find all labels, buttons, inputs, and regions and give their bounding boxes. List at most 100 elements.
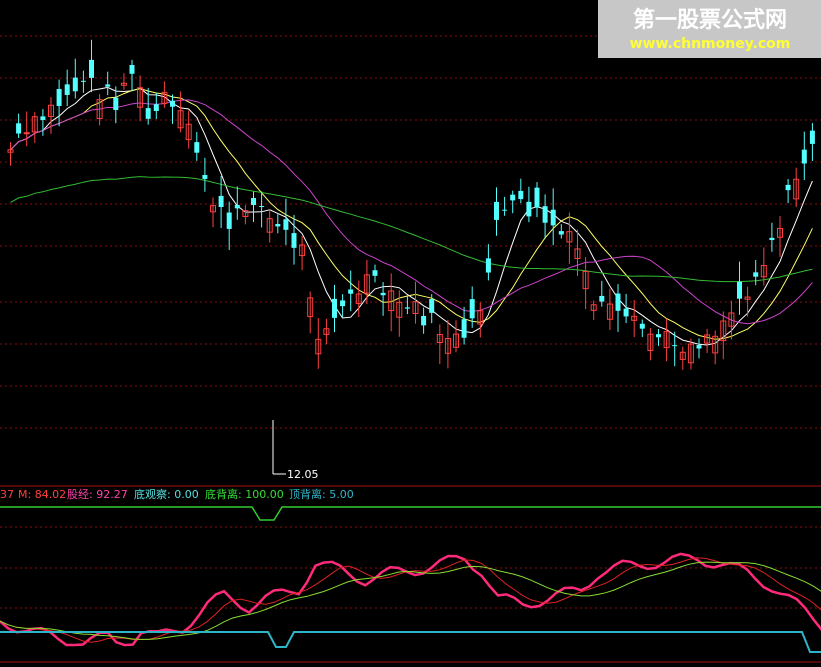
candle-body <box>696 345 702 349</box>
candle <box>599 280 605 307</box>
candle <box>72 58 78 99</box>
candle-body <box>105 84 111 87</box>
legend-item-37: 37 <box>0 488 14 501</box>
candle <box>606 288 613 330</box>
candle <box>251 191 256 223</box>
candle <box>323 318 330 345</box>
candle <box>31 112 38 143</box>
candle <box>23 111 30 147</box>
candle-body <box>534 187 540 208</box>
candle-body <box>550 209 556 226</box>
candle-body <box>153 104 159 112</box>
candle <box>421 307 427 334</box>
candle-body <box>785 184 791 191</box>
candle <box>299 235 306 271</box>
candle <box>485 244 491 281</box>
candle-body <box>494 201 499 220</box>
ma-long2-line <box>10 176 813 283</box>
candle <box>712 330 719 365</box>
legend-item-diguancha: 底观察: 0.00 <box>134 487 199 501</box>
oscillator-panel <box>0 506 821 663</box>
candle <box>113 86 119 124</box>
candle-body <box>558 231 564 235</box>
candle-body <box>170 100 175 107</box>
watermark: 第一股票公式网 www.chnmoney.com <box>598 0 821 58</box>
low-price-label: 12.05 <box>287 468 319 481</box>
candle-body <box>283 219 289 230</box>
candle-body <box>145 108 151 119</box>
candle-body <box>259 205 265 207</box>
candle <box>64 69 70 107</box>
indicator-legend: 37 M: 84.02 股经: 92.27 底观察: 0.00 底背离: 100… <box>0 487 821 502</box>
candle-body <box>89 59 94 78</box>
candle <box>679 346 686 370</box>
candle <box>137 75 144 122</box>
candle-body <box>16 123 22 134</box>
candle-body <box>542 206 548 223</box>
candle <box>631 300 638 338</box>
candle <box>266 209 273 243</box>
candle <box>202 157 208 192</box>
candle-body <box>421 315 427 326</box>
candle <box>412 281 419 324</box>
candle <box>348 270 354 312</box>
candle <box>542 194 548 239</box>
candle <box>502 196 508 216</box>
candle-body <box>801 149 807 164</box>
candle <box>526 186 532 223</box>
stock-chart-window: 12.05 37 M: 84.02 股经: 92.27 底观察: 0.00 底背… <box>0 0 821 667</box>
candle <box>793 167 800 207</box>
candle-body <box>469 299 475 319</box>
oscillator-signal-line <box>0 557 821 643</box>
candle <box>80 70 86 93</box>
candle <box>185 110 192 149</box>
grid-lines <box>0 35 821 609</box>
candle-body <box>518 190 524 200</box>
candle <box>153 92 159 120</box>
candle <box>494 187 499 236</box>
candle-body <box>348 289 354 294</box>
candlestick-chart[interactable]: 12.05 37 M: 84.02 股经: 92.27 底观察: 0.00 底背… <box>0 0 821 667</box>
candle <box>737 261 742 315</box>
candle <box>639 319 645 338</box>
candle-body <box>510 194 516 201</box>
candle-body <box>226 212 232 229</box>
legend-item-gujing: 股经: 92.27 <box>67 488 128 501</box>
candle <box>696 338 702 359</box>
candle <box>355 280 362 318</box>
candle-body <box>753 272 759 277</box>
candle-body <box>623 308 629 317</box>
candle <box>647 328 654 361</box>
candle <box>226 201 232 250</box>
candle <box>89 39 94 93</box>
candlesticks <box>7 39 815 370</box>
candle <box>291 214 297 265</box>
bottom-divergence-line <box>0 631 821 653</box>
candle <box>56 79 62 127</box>
candle-body <box>461 319 467 338</box>
candle <box>574 229 581 277</box>
candle <box>40 109 46 136</box>
candle-body <box>372 270 378 276</box>
moving-average-lines <box>10 86 813 346</box>
candle-body <box>251 198 256 206</box>
candle-body <box>202 175 208 179</box>
candle <box>48 97 54 134</box>
candle-body <box>737 281 742 299</box>
low-price-marker: 12.05 <box>272 420 319 481</box>
candle <box>704 328 711 353</box>
candle <box>518 178 524 204</box>
candle <box>129 59 135 92</box>
candle <box>728 300 735 340</box>
candle-body <box>275 223 281 227</box>
candle <box>283 198 289 245</box>
candle-body <box>332 298 337 318</box>
candle <box>550 188 556 246</box>
legend-item-dibeili: 底背离: 100.00 <box>205 487 284 501</box>
candle <box>615 284 621 332</box>
candle-body <box>502 209 508 211</box>
candle <box>194 131 200 161</box>
candle <box>687 338 694 370</box>
candle <box>510 190 516 214</box>
svg-text:37 M: 84.02 股经: 37 M: 84.02 股经: 92.27 底观察: 0.00 底背离: 100… <box>0 487 354 501</box>
